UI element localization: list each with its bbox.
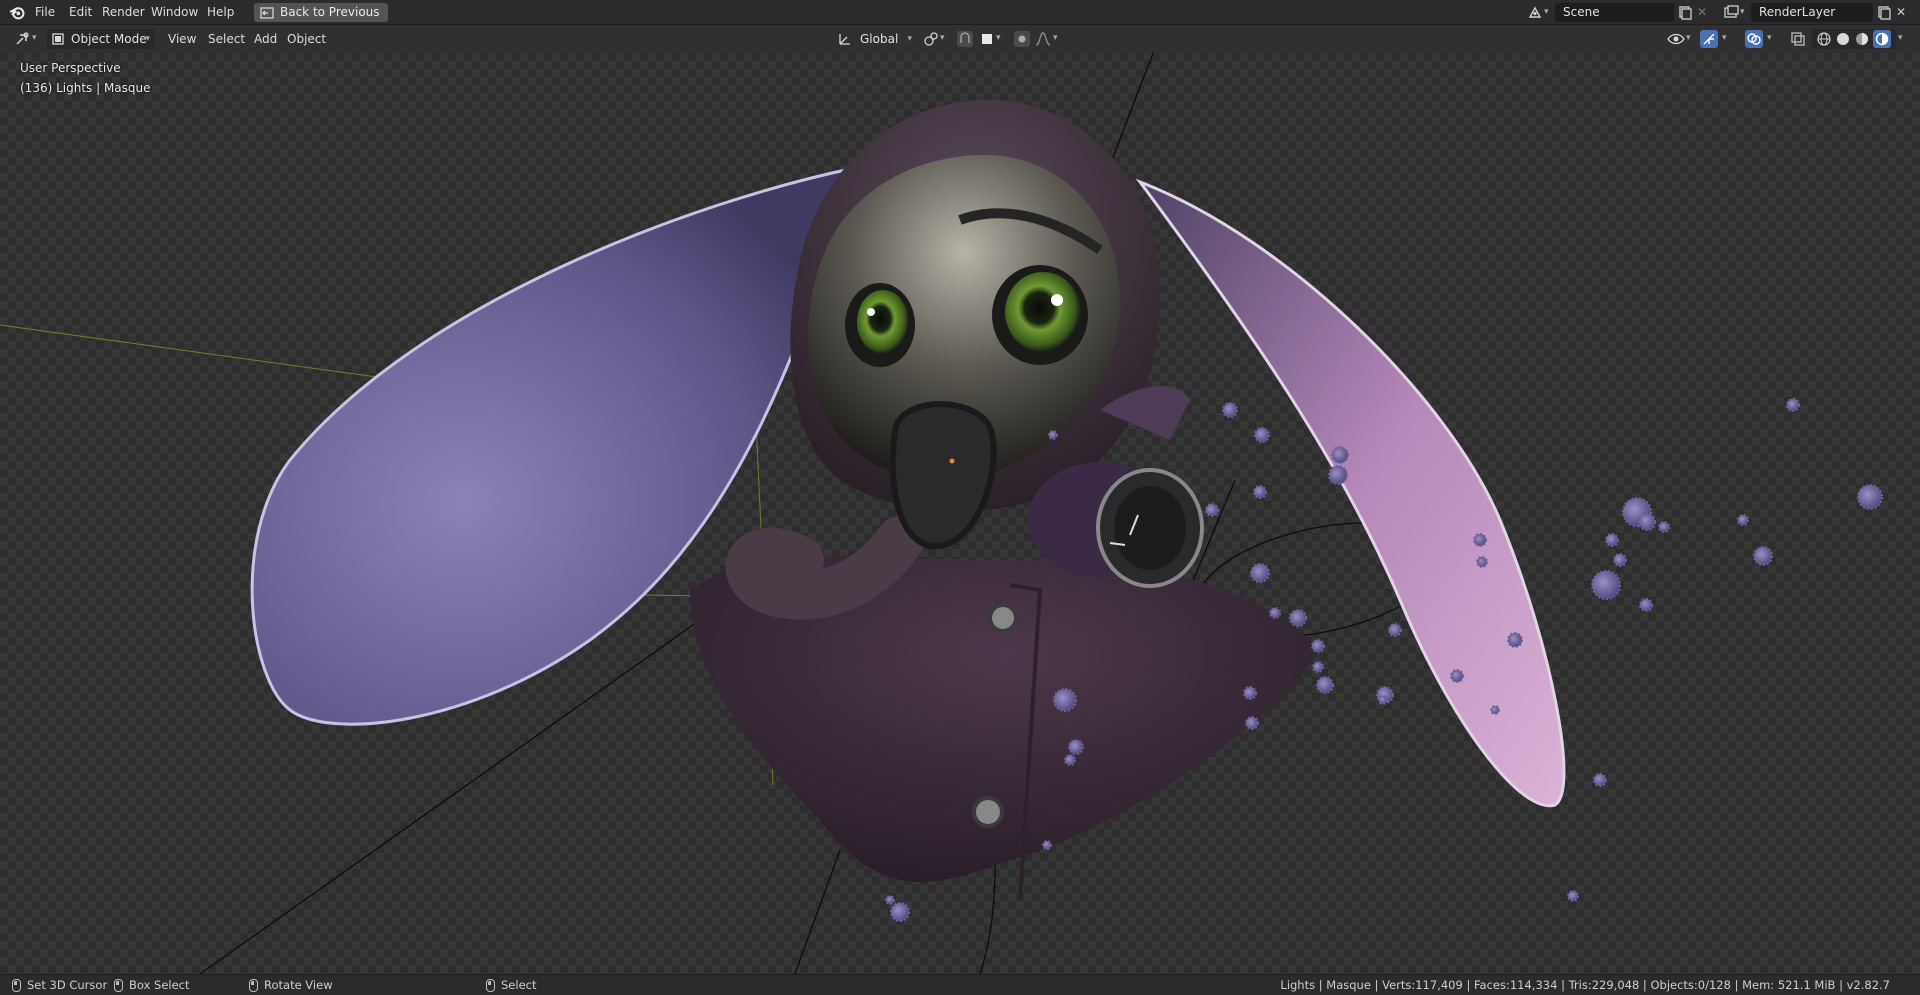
xray-icon[interactable] <box>1789 30 1807 48</box>
scene-icon[interactable] <box>1527 4 1544 21</box>
menu-add[interactable]: Add <box>254 29 277 49</box>
proportional-edit-icon[interactable] <box>1013 30 1031 48</box>
transform-orientation-label: Global <box>860 32 899 46</box>
status-hint-rotate-view: Rotate View <box>249 975 333 995</box>
menu-view[interactable]: View <box>168 29 196 49</box>
scene-render <box>0 53 1883 974</box>
chevron-down-icon[interactable]: ▾ <box>996 33 1001 43</box>
coat-button-top <box>988 603 1018 633</box>
left-eye <box>857 290 909 354</box>
chevron-down-icon[interactable]: ▾ <box>1686 33 1691 43</box>
menu-window[interactable]: Window <box>151 0 198 25</box>
delete-render-layer-icon[interactable]: ✕ <box>1896 0 1906 25</box>
new-render-layer-icon[interactable] <box>1875 4 1892 21</box>
chevron-down-icon[interactable]: ▾ <box>1544 7 1549 17</box>
shading-material-icon[interactable] <box>1853 30 1871 48</box>
mouse-left-icon <box>12 978 21 992</box>
chevron-down-icon[interactable]: ▾ <box>1898 33 1903 43</box>
shading-solid-icon[interactable] <box>1834 30 1852 48</box>
status-bar: Set 3D Cursor Box Select Rotate View Sel… <box>0 974 1920 995</box>
editor-type-icon[interactable] <box>14 30 32 48</box>
screen-back-icon <box>260 6 274 19</box>
snap-icon[interactable] <box>956 30 974 48</box>
gizmo-icon[interactable] <box>1700 30 1718 48</box>
coat-button-bottom <box>972 796 1004 828</box>
chevron-down-icon: ▾ <box>145 34 150 44</box>
chevron-down-icon[interactable]: ▾ <box>1053 33 1058 43</box>
object-mode-dropdown[interactable]: Object Mode ▾ <box>47 29 155 49</box>
status-hint-label: Set 3D Cursor <box>27 978 108 992</box>
status-hint-label: Rotate View <box>264 978 333 992</box>
chevron-down-icon[interactable]: ▾ <box>32 33 37 43</box>
chevron-down-icon[interactable]: ▾ <box>1722 33 1727 43</box>
falloff-icon[interactable] <box>1034 30 1052 48</box>
shading-rendered-icon[interactable] <box>1873 30 1891 48</box>
status-hint-label: Box Select <box>129 978 190 992</box>
visibility-icon[interactable] <box>1667 30 1685 48</box>
snap-increment-icon[interactable] <box>978 30 996 48</box>
object-mode-icon <box>52 33 64 45</box>
new-scene-icon[interactable] <box>1676 4 1693 21</box>
menu-render[interactable]: Render <box>102 0 145 25</box>
mouse-middle-icon <box>249 978 258 992</box>
top-menu-bar: File Edit Render Window Help Back to Pre… <box>0 0 1920 25</box>
back-to-previous-label: Back to Previous <box>280 5 380 19</box>
delete-scene-icon[interactable]: ✕ <box>1697 0 1707 25</box>
mouse-right-icon <box>486 978 495 992</box>
scene-statistics: Lights | Masque | Verts:117,409 | Faces:… <box>1280 978 1890 992</box>
viewport-header: ▾ Object Mode ▾ View Select Add Object G… <box>0 25 1920 53</box>
right-eye <box>1005 272 1081 352</box>
blender-logo-icon[interactable] <box>9 4 26 21</box>
menu-help[interactable]: Help <box>207 0 234 25</box>
chevron-down-icon: ▾ <box>907 34 912 44</box>
transform-orientation-icon <box>839 34 850 45</box>
transform-orientation-dropdown[interactable]: Global ▾ <box>836 29 914 49</box>
scene-name-field[interactable]: Scene <box>1555 3 1674 22</box>
overlay-icon[interactable] <box>1745 30 1763 48</box>
shading-wireframe-icon[interactable] <box>1815 30 1833 48</box>
status-hint-label: Select <box>501 978 537 992</box>
status-hint-set-cursor: Set 3D Cursor <box>12 975 107 995</box>
3d-viewport[interactable]: User Perspective (136) Lights | Masque <box>0 53 1920 974</box>
pivot-icon[interactable] <box>922 30 940 48</box>
status-hint-box-select: Box Select <box>114 975 190 995</box>
object-mode-label: Object Mode <box>71 32 147 46</box>
mask-snout <box>889 401 997 550</box>
chevron-down-icon[interactable]: ▾ <box>940 33 945 43</box>
back-to-previous-button[interactable]: Back to Previous <box>254 3 388 22</box>
render-layer-icon[interactable] <box>1723 4 1740 21</box>
menu-file[interactable]: File <box>35 0 55 25</box>
menu-edit[interactable]: Edit <box>69 0 92 25</box>
mouse-drag-icon <box>114 978 123 992</box>
render-layer-field[interactable]: RenderLayer <box>1751 3 1873 22</box>
chevron-down-icon[interactable]: ▾ <box>1740 7 1745 17</box>
chevron-down-icon[interactable]: ▾ <box>1767 33 1772 43</box>
menu-object[interactable]: Object <box>287 29 326 49</box>
status-hint-select: Select <box>486 975 536 995</box>
menu-select[interactable]: Select <box>208 29 245 49</box>
